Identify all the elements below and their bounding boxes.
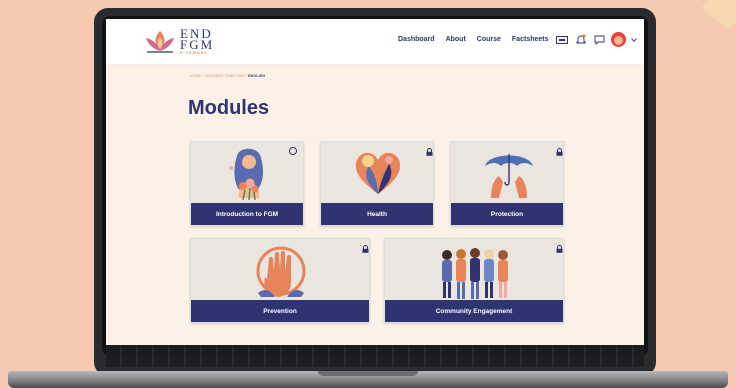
module-card-health[interactable]: Health	[320, 141, 434, 226]
site-header: END FGM e-campus Dashboard About Course …	[106, 19, 644, 65]
nav-about[interactable]: About	[446, 36, 466, 43]
logo-line-2: FGM	[180, 37, 215, 52]
module-card-protection[interactable]: Protection	[450, 141, 564, 226]
module-card-label: Protection	[451, 203, 563, 225]
laptop-notch	[318, 371, 418, 376]
breadcrumb-current: ENGLISH	[248, 74, 266, 78]
bookmark-icon[interactable]	[554, 32, 569, 47]
module-card-label: Prevention	[191, 300, 369, 322]
page-title: Modules	[188, 97, 270, 119]
woman-with-flowers-illustration	[229, 148, 263, 201]
module-card-introduction[interactable]: Introduction to FGM	[190, 141, 304, 226]
chat-icon[interactable]	[592, 32, 607, 47]
brand-logo[interactable]: END FGM e-campus	[144, 27, 254, 57]
breadcrumb-trail[interactable]: HOME / COURSES / END FGM /	[190, 74, 248, 78]
stop-hand-illustration	[256, 246, 306, 297]
module-card-community-engagement[interactable]: Community Engagement	[384, 238, 564, 323]
nav-dashboard[interactable]: Dashboard	[398, 36, 435, 43]
umbrella-hands-illustration	[485, 154, 533, 198]
background-decoration	[700, 0, 736, 30]
module-card-prevention[interactable]: Prevention	[190, 238, 370, 323]
chevron-down-icon[interactable]	[630, 32, 637, 47]
main-nav: Dashboard About Course Factsheets	[398, 36, 548, 43]
module-card-label: Introduction to FGM	[191, 203, 303, 225]
nav-factsheets[interactable]: Factsheets	[512, 36, 549, 43]
progress-circle-icon	[289, 147, 297, 155]
avatar[interactable]	[611, 32, 626, 47]
laptop-screen: END FGM e-campus Dashboard About Course …	[106, 19, 644, 345]
breadcrumb: HOME / COURSES / END FGM / ENGLISH	[190, 74, 265, 78]
module-card-label: Community Engagement	[385, 300, 563, 322]
module-card-label: Health	[321, 203, 433, 225]
lotus-logo-icon	[146, 31, 174, 53]
header-tools	[554, 32, 637, 47]
logo-wordmark: END FGM e-campus	[180, 27, 215, 57]
nav-course[interactable]: Course	[477, 36, 501, 43]
laptop-keyboard	[106, 345, 644, 367]
notification-bell-icon[interactable]	[573, 32, 588, 47]
heart-illustration	[355, 152, 401, 194]
group-of-women-illustration	[442, 248, 508, 299]
